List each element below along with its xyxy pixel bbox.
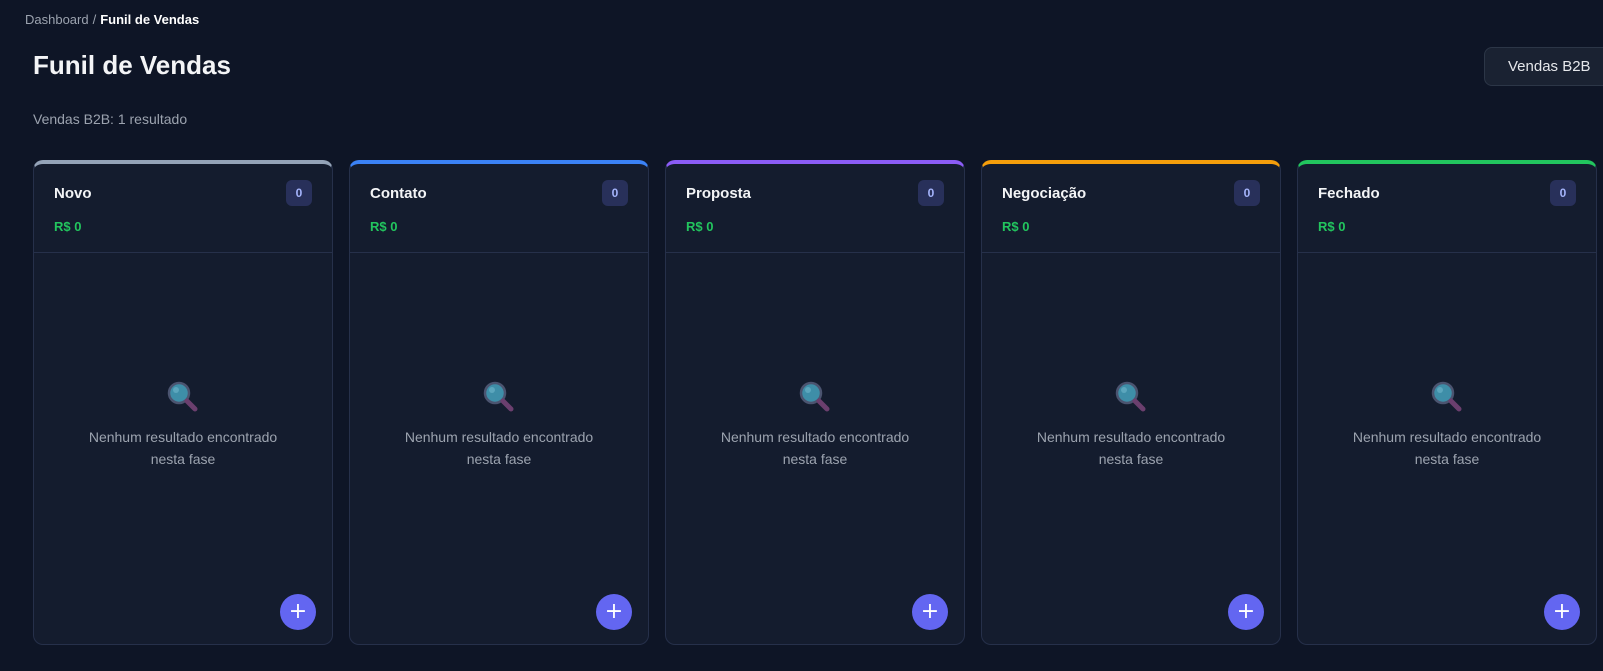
empty-state-message: Nenhum resultado encontrado nesta fase [88, 429, 278, 467]
add-card-button[interactable]: + [280, 594, 316, 630]
search-icon [1431, 381, 1462, 412]
column-total-value: R$ 0 [686, 219, 714, 234]
column-title: Novo [54, 185, 92, 202]
empty-state-message: Nenhum resultado encontrado nesta fase [720, 429, 910, 467]
add-card-button[interactable]: + [1544, 594, 1580, 630]
column-total-value: R$ 0 [54, 219, 82, 234]
search-icon [483, 381, 514, 412]
search-icon [799, 381, 830, 412]
column-header: Novo 0 R$ 0 [34, 164, 332, 253]
column-count-badge: 0 [1234, 180, 1260, 206]
breadcrumb: Dashboard / Funil de Vendas [25, 12, 199, 27]
column-title: Fechado [1318, 185, 1380, 202]
breadcrumb-separator: / [92, 12, 97, 27]
empty-state: Nenhum resultado encontrado nesta fase [982, 380, 1280, 470]
breadcrumb-current: Funil de Vendas [100, 12, 200, 27]
search-icon [1115, 381, 1146, 412]
breadcrumb-link-dashboard[interactable]: Dashboard [25, 12, 89, 27]
empty-state: Nenhum resultado encontrado nesta fase [34, 380, 332, 470]
column-title: Proposta [686, 185, 752, 202]
column-header: Contato 0 R$ 0 [350, 164, 648, 253]
empty-state: Nenhum resultado encontrado nesta fase [666, 380, 964, 470]
column-fechado: Fechado 0 R$ 0 Nenhum resultado encontra… [1297, 160, 1597, 645]
column-header: Negociação 0 R$ 0 [982, 164, 1280, 253]
sales-funnel-page: Dashboard / Funil de Vendas Funil de Venda… [0, 0, 1603, 671]
column-total-value: R$ 0 [370, 219, 398, 234]
add-card-button[interactable]: + [596, 594, 632, 630]
column-count-badge: 0 [918, 180, 944, 206]
column-count-badge: 0 [602, 180, 628, 206]
column-count-badge: 0 [1550, 180, 1576, 206]
column-negociacao: Negociação 0 R$ 0 Nenhum resultado encon… [981, 160, 1281, 645]
column-proposta: Proposta 0 R$ 0 Nenhum resultado encontr… [665, 160, 965, 645]
column-total-value: R$ 0 [1318, 219, 1346, 234]
column-novo: Novo 0 R$ 0 Nenhum resultado encontrado … [33, 160, 333, 645]
result-summary: Vendas B2B: 1 resultado [33, 111, 188, 127]
add-card-button[interactable]: + [912, 594, 948, 630]
search-icon [167, 381, 198, 412]
column-header: Fechado 0 R$ 0 [1298, 164, 1596, 253]
pipeline-filter-button[interactable]: Vendas B2B [1484, 47, 1603, 86]
column-contato: Contato 0 R$ 0 Nenhum resultado encontra… [349, 160, 649, 645]
column-count-badge: 0 [286, 180, 312, 206]
column-header: Proposta 0 R$ 0 [666, 164, 964, 253]
page-title: Funil de Vendas [33, 50, 231, 80]
empty-state: Nenhum resultado encontrado nesta fase [350, 380, 648, 470]
column-total-value: R$ 0 [1002, 219, 1030, 234]
column-title: Negociação [1002, 185, 1087, 202]
column-title: Contato [370, 185, 427, 202]
add-card-button[interactable]: + [1228, 594, 1264, 630]
kanban-board: Novo 0 R$ 0 Nenhum resultado encontrado … [33, 160, 1597, 645]
empty-state-message: Nenhum resultado encontrado nesta fase [1352, 429, 1542, 467]
empty-state: Nenhum resultado encontrado nesta fase [1298, 380, 1596, 470]
empty-state-message: Nenhum resultado encontrado nesta fase [404, 429, 594, 467]
empty-state-message: Nenhum resultado encontrado nesta fase [1036, 429, 1226, 467]
